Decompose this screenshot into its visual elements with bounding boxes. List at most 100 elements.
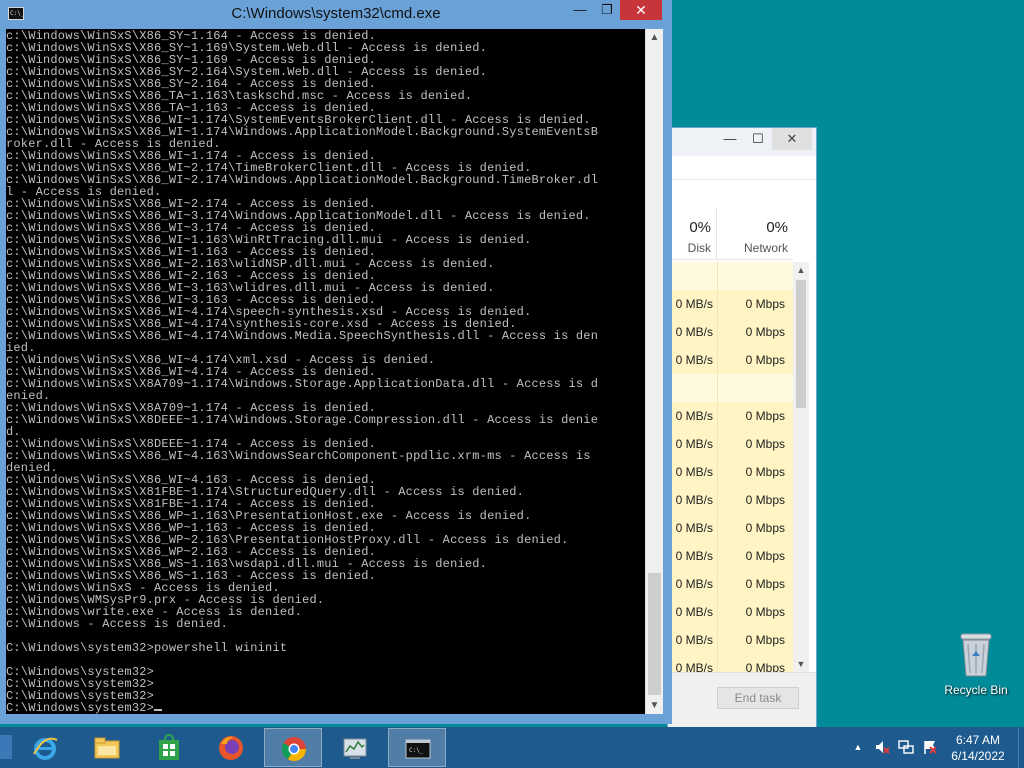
internet-explorer-icon — [33, 737, 58, 760]
clock-date[interactable]: 6/14/2022 — [948, 749, 1008, 763]
disk-value: 0 MB/s — [675, 409, 713, 423]
process-row[interactable]: 0 MB/s 0 Mbps — [668, 626, 793, 654]
cmd-scrollbar[interactable]: ▲ ▼ — [645, 29, 663, 714]
cmd-window[interactable]: C:\_ C:\Windows\system32\cmd.exe — ❐ ✕ c… — [0, 0, 672, 724]
network-value: 0 Mbps — [717, 346, 787, 374]
task-manager-maximize-button[interactable]: ☐ — [744, 128, 772, 150]
cmd-minimize-button[interactable]: — — [567, 0, 593, 20]
disk-value — [668, 262, 713, 290]
task-manager-column-header: 0% Disk 0% Network — [668, 208, 793, 260]
network-value — [717, 374, 787, 402]
task-manager-minimize-button[interactable]: — — [716, 128, 744, 150]
console-line: c:\Windows - Access is denied. — [6, 617, 229, 631]
network-icon[interactable] — [898, 739, 914, 755]
network-value: 0 Mbps — [717, 626, 787, 654]
taskbar-chrome[interactable] — [264, 728, 322, 767]
disk-value: 0 MB/s — [675, 549, 713, 563]
disk-value: 0 MB/s — [675, 437, 713, 451]
disk-value — [668, 374, 713, 402]
process-group-row[interactable] — [668, 374, 793, 402]
chrome-icon — [281, 737, 306, 762]
taskbar-store[interactable] — [140, 728, 198, 767]
taskbar-file-explorer[interactable] — [78, 728, 136, 767]
disk-value: 0 MB/s — [675, 577, 713, 591]
scroll-up-arrow-icon[interactable]: ▲ — [793, 262, 809, 278]
svg-text:C:\_: C:\_ — [409, 747, 424, 754]
network-percent: 0% — [766, 219, 788, 236]
firefox-icon — [219, 736, 243, 760]
scrollbar-thumb[interactable] — [648, 573, 661, 695]
network-value: 0 Mbps — [717, 542, 787, 570]
clock-time[interactable]: 6:47 AM — [948, 733, 1008, 747]
task-manager-scrollbar[interactable]: ▲ ▼ — [793, 262, 809, 672]
scroll-down-arrow-icon[interactable]: ▼ — [646, 697, 663, 714]
network-value: 0 Mbps — [717, 486, 787, 514]
disk-value: 0 MB/s — [675, 465, 713, 479]
process-row[interactable]: 0 MB/s 0 Mbps — [668, 514, 793, 542]
process-row[interactable]: 0 MB/s 0 Mbps — [668, 598, 793, 626]
network-value: 0 Mbps — [717, 430, 787, 458]
task-manager-close-button[interactable]: ✕ — [772, 128, 812, 150]
network-label: Network — [743, 241, 788, 255]
scrollbar-thumb[interactable] — [796, 280, 806, 408]
disk-value: 0 MB/s — [675, 493, 713, 507]
process-group-row[interactable] — [668, 262, 793, 290]
folder-icon — [94, 737, 120, 759]
task-manager-window[interactable]: — ☐ ✕ 0% Disk 0% Network 0 MB/s 0 Mbps 0 M… — [667, 127, 817, 727]
network-value: 0 Mbps — [717, 654, 787, 672]
process-row[interactable]: 0 MB/s 0 Mbps — [668, 402, 793, 430]
action-center-flag-icon[interactable] — [922, 739, 938, 755]
text-cursor — [154, 709, 163, 711]
process-list: 0 MB/s 0 Mbps 0 MB/s 0 Mbps 0 MB/s 0 Mbps 0 MB… — [668, 262, 793, 672]
console-line: c:\Windows\WinSxS\X86_WI~4.163\WindowsSe… — [6, 449, 591, 463]
task-manager-footer: End task — [668, 672, 816, 727]
end-task-button[interactable]: End task — [717, 687, 799, 709]
process-row[interactable]: 0 MB/s 0 Mbps — [668, 430, 793, 458]
cmd-titlebar[interactable]: C:\_ C:\Windows\system32\cmd.exe — ❐ ✕ — [0, 0, 672, 28]
console-line: c:\Windows\WinSxS\X8A709~1.174\Windows.S… — [6, 377, 599, 391]
recycle-bin-shortcut[interactable]: Recycle Bin — [940, 628, 1012, 704]
cmd-restore-button[interactable]: ❐ — [594, 0, 620, 20]
process-row[interactable]: 0 MB/s 0 Mbps — [668, 290, 793, 318]
console-line: C:\Windows\system32>powershell wininit — [6, 641, 288, 655]
disk-value: 0 MB/s — [675, 325, 713, 339]
disk-value: 0 MB/s — [675, 633, 713, 647]
scroll-up-arrow-icon[interactable]: ▲ — [646, 29, 663, 46]
network-value — [717, 262, 787, 290]
start-button[interactable] — [0, 735, 12, 759]
process-row[interactable]: 0 MB/s 0 Mbps — [668, 570, 793, 598]
console-output[interactable]: c:\Windows\WinSxS\X86_SY~1.164 - Access … — [6, 29, 645, 714]
process-row[interactable]: 0 MB/s 0 Mbps — [668, 458, 793, 486]
command-prompt-icon: C:\_ — [405, 739, 431, 759]
disk-column-header[interactable]: 0% Disk — [668, 208, 717, 260]
task-manager-titlebar[interactable]: — ☐ ✕ — [668, 128, 816, 156]
network-column-header[interactable]: 0% Network — [717, 208, 793, 260]
show-hidden-icons-chevron-icon[interactable]: ▲ — [850, 739, 866, 755]
store-icon — [159, 734, 179, 760]
task-manager-tab-strip — [668, 156, 816, 180]
taskbar-command-prompt[interactable]: C:\_ — [388, 728, 446, 767]
taskbar-firefox[interactable] — [202, 728, 260, 767]
process-row[interactable]: 0 MB/s 0 Mbps — [668, 346, 793, 374]
system-tray: ▲ 6:47 AM 6/14/2022 — [848, 727, 1024, 768]
speaker-muted-icon[interactable] — [874, 739, 890, 755]
scroll-down-arrow-icon[interactable]: ▼ — [793, 656, 809, 672]
taskbar-internet-explorer[interactable] — [16, 728, 74, 767]
process-row[interactable]: 0 MB/s 0 Mbps — [668, 318, 793, 346]
taskbar-task-manager[interactable] — [326, 728, 384, 767]
console-line: C:\Windows\system32> — [6, 702, 645, 714]
process-row[interactable]: 0 MB/s 0 Mbps — [668, 486, 793, 514]
network-value: 0 Mbps — [717, 318, 787, 346]
disk-label: Disk — [687, 241, 711, 255]
process-row[interactable]: 0 MB/s 0 Mbps — [668, 654, 793, 672]
show-desktop-button[interactable] — [1018, 727, 1024, 768]
disk-value: 0 MB/s — [675, 521, 713, 535]
recycle-bin-icon — [960, 633, 992, 677]
network-value: 0 Mbps — [717, 290, 787, 318]
console-line: c:\Windows\WinSxS\X8DEEE~1.174\Windows.S… — [6, 413, 599, 427]
task-manager-icon — [343, 738, 367, 759]
cmd-close-button[interactable]: ✕ — [620, 0, 662, 20]
disk-value: 0 MB/s — [675, 297, 713, 311]
process-row[interactable]: 0 MB/s 0 Mbps — [668, 542, 793, 570]
network-value: 0 Mbps — [717, 514, 787, 542]
